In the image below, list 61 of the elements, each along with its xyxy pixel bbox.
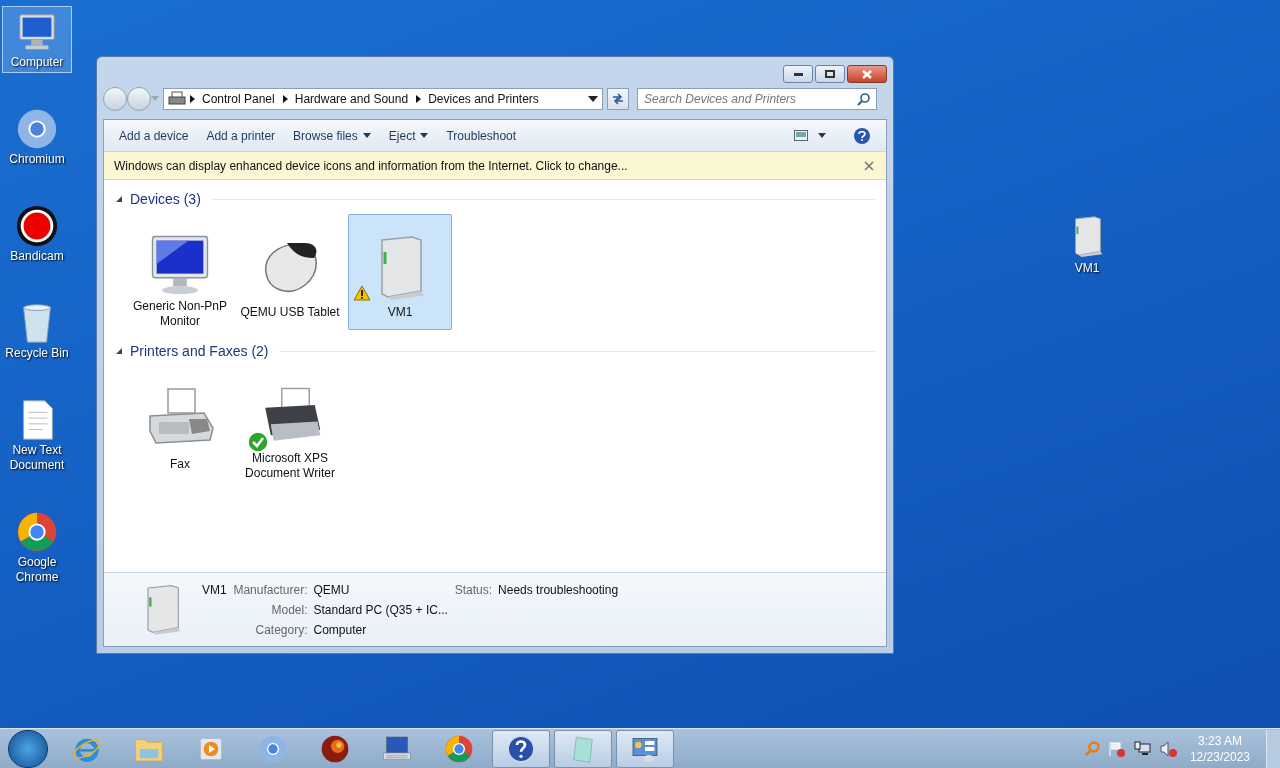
field-value: Needs troubleshooting [498, 582, 619, 599]
taskbar-button[interactable] [492, 729, 550, 768]
device-item[interactable]: Generic Non-PnP Monitor [128, 214, 232, 330]
group-header: Devices (3) [130, 189, 201, 209]
device-item[interactable]: Microsoft XPS Document Writer [238, 366, 342, 482]
device-item[interactable]: VM1 [348, 214, 452, 330]
breadcrumb-item[interactable]: Hardware and Sound [290, 90, 413, 108]
toolbar-button[interactable]: Eject [379, 122, 438, 149]
field-label: Category: [254, 622, 308, 639]
record-icon [14, 203, 60, 249]
taskbar-button[interactable] [554, 729, 612, 768]
caret-icon [818, 133, 826, 138]
field-value: Standard PC (Q35 + IC... [313, 602, 449, 619]
device-name: VM1 [202, 582, 227, 599]
taskbar-button[interactable] [616, 729, 674, 768]
device-item[interactable]: QEMU USB Tablet [238, 214, 342, 330]
maximize-button[interactable] [815, 65, 845, 83]
toolbar-button[interactable]: Add a device [110, 122, 198, 149]
toolbar-button[interactable]: Troubleshoot [437, 122, 526, 149]
printer-icon [168, 91, 186, 107]
group-header: Printers and Faxes (2) [130, 341, 269, 361]
desktop-shortcut[interactable]: Chromium [2, 103, 72, 170]
desktop-shortcut[interactable]: Bandicam [2, 200, 72, 267]
flag-error-icon[interactable] [1107, 740, 1126, 757]
caret-icon [151, 96, 159, 102]
toolbar-button[interactable]: Browse files [284, 122, 380, 149]
collapse-toggle[interactable] [114, 194, 124, 204]
network-icon[interactable] [1133, 740, 1152, 757]
clock-time: 3:23 AM [1197, 732, 1242, 749]
minimize-button[interactable] [783, 65, 813, 83]
address-bar[interactable]: Control Panel Hardware and Sound Devices and Printers [163, 88, 603, 110]
view-options-button[interactable] [794, 130, 826, 141]
start-button[interactable] [8, 729, 48, 768]
caret-icon [588, 96, 598, 102]
desktop-shortcut[interactable]: Recycle Bin [2, 297, 72, 364]
desktop-shortcut[interactable]: VM1 [1056, 212, 1118, 278]
desktop-shortcut[interactable]: New Text Document [2, 394, 72, 476]
field-label: Model: [270, 602, 308, 619]
view-icon [794, 130, 808, 141]
desktop-shortcut[interactable]: Computer [2, 6, 72, 73]
field-value: QEMU [313, 582, 351, 599]
collapse-toggle[interactable] [114, 346, 124, 356]
refresh-icon [611, 93, 625, 105]
refresh-button[interactable] [607, 88, 629, 110]
question-mark-icon [858, 130, 866, 141]
search-field[interactable]: Search Devices and Printers [637, 88, 877, 110]
field-label: Manufacturer: [232, 582, 308, 599]
close-button[interactable] [847, 65, 887, 83]
clock-date: 12/23/2023 [1189, 748, 1250, 765]
help-button[interactable] [854, 127, 870, 144]
close-button[interactable] [864, 159, 876, 172]
speaker-muted-icon[interactable] [1159, 740, 1178, 757]
device-item[interactable]: Fax [128, 366, 232, 482]
breadcrumb-item[interactable]: Devices and Printers [424, 90, 543, 108]
toolbar-button[interactable]: Add a printer [197, 122, 285, 149]
field-value: Computer [313, 622, 368, 639]
close-icon [862, 69, 872, 79]
desktop-shortcut[interactable]: Google Chrome [2, 506, 72, 588]
search-icon [857, 92, 871, 106]
field-label: Status: [454, 582, 493, 599]
breadcrumb-item[interactable]: Control Panel [198, 90, 279, 108]
